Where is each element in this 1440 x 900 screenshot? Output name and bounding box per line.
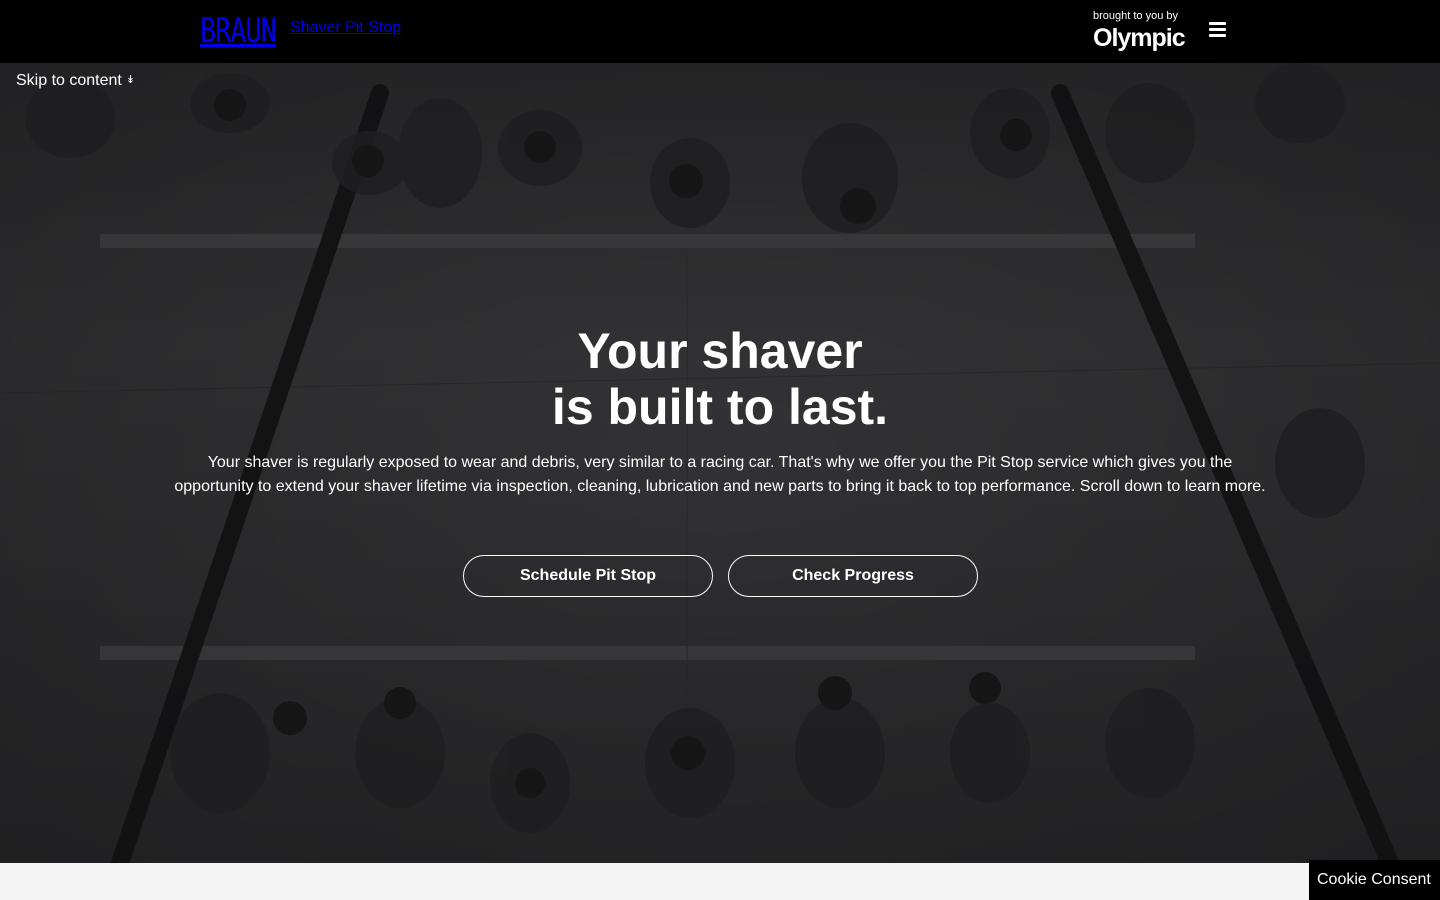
menu-bar [1209,28,1226,31]
hero-section: Skip to content ↡ Your shaver is built t… [0,63,1440,863]
skip-link-label: Skip to content [16,72,122,89]
menu-bar [1209,34,1226,37]
menu-bar [1209,22,1226,25]
cookie-consent-button[interactable]: Cookie Consent [1309,860,1440,900]
check-progress-button[interactable]: Check Progress [728,555,978,597]
double-chevron-down-icon: ↡ [125,73,136,86]
brand-home-link[interactable]: BRAUN Shaver Pit Stop [200,12,401,50]
brand-subtitle: Shaver Pit Stop [290,19,402,36]
hero-description: Your shaver is regularly exposed to wear… [174,454,1266,495]
hero-title-line-2: is built to last. [551,379,889,435]
hero-title-line-1: Your shaver [577,323,863,379]
partner-block: brought to you by Olympic [1093,9,1203,53]
page-content-start [0,863,1440,900]
site-header: BRAUN Shaver Pit Stop brought to you by … [0,0,1440,63]
hero-title: Your shaver is built to last. [0,323,1440,435]
partner-caption: brought to you by [1093,10,1179,22]
braun-logo: BRAUN [200,11,277,51]
skip-to-content-link[interactable]: Skip to content ↡ [16,71,135,91]
hamburger-menu-icon[interactable] [1209,22,1227,38]
schedule-pit-stop-button[interactable]: Schedule Pit Stop [463,555,713,597]
olympic-logo[interactable]: Olympic [1093,23,1203,53]
